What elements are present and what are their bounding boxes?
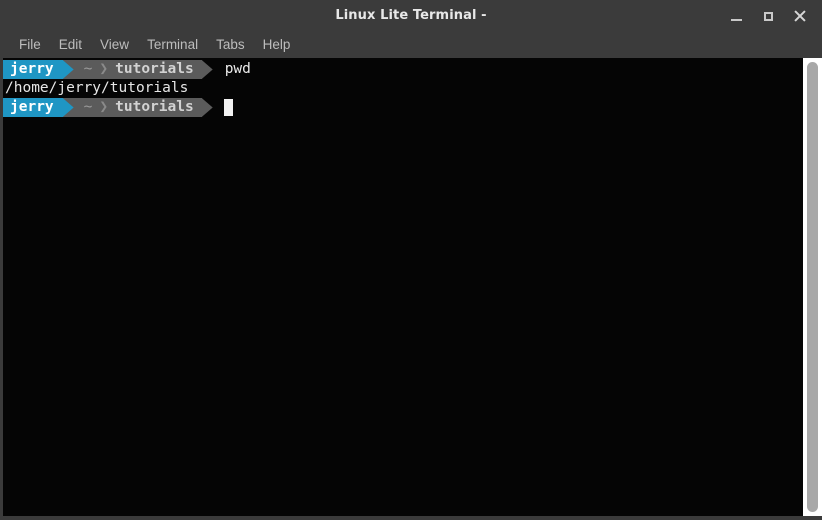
terminal-output: /home/jerry/tutorials	[5, 80, 189, 96]
prompt-path-segment: ~ ❯ tutorials	[73, 60, 202, 79]
menu-item-edit[interactable]: Edit	[50, 34, 91, 56]
menu-item-view[interactable]: View	[91, 34, 138, 56]
window-title: Linux Lite Terminal -	[335, 8, 487, 23]
menu-item-file[interactable]: File	[10, 34, 50, 56]
menu-item-terminal[interactable]: Terminal	[138, 34, 207, 56]
menu-item-help[interactable]: Help	[254, 34, 300, 56]
minimize-button[interactable]	[720, 1, 752, 31]
shell-prompt: jerry ~ ❯ tutorials	[3, 60, 213, 79]
terminal-window: Linux Lite Terminal - File Edit View Ter…	[0, 0, 822, 520]
prompt-directory: tutorials	[115, 99, 194, 115]
chevron-right-icon: ❯	[99, 99, 109, 115]
prompt-home-symbol: ~	[83, 99, 93, 115]
prompt-user-segment: jerry	[3, 98, 63, 117]
powerline-arrow-icon	[62, 98, 74, 117]
powerline-arrow-icon	[201, 98, 213, 117]
terminal-line: /home/jerry/tutorials	[3, 79, 803, 98]
close-button[interactable]	[784, 1, 816, 31]
prompt-user-segment: jerry	[3, 60, 63, 79]
maximize-button[interactable]	[752, 1, 784, 31]
powerline-arrow-icon	[62, 60, 74, 79]
terminal-body: jerry ~ ❯ tutorials pwd /home/jerry/tutori…	[0, 58, 822, 520]
title-bar[interactable]: Linux Lite Terminal -	[0, 0, 822, 32]
menu-bar: File Edit View Terminal Tabs Help	[0, 32, 822, 58]
scrollbar-thumb[interactable]	[807, 62, 818, 512]
terminal-command: pwd	[224, 61, 251, 77]
chevron-right-icon: ❯	[99, 61, 109, 77]
shell-prompt: jerry ~ ❯ tutorials	[3, 98, 213, 117]
terminal-scrollbar[interactable]	[803, 58, 822, 516]
menu-item-tabs[interactable]: Tabs	[207, 34, 254, 56]
maximize-icon	[763, 11, 773, 21]
prompt-directory: tutorials	[115, 61, 194, 77]
minimize-icon	[730, 19, 742, 21]
powerline-arrow-icon	[201, 60, 213, 79]
terminal-screen[interactable]: jerry ~ ❯ tutorials pwd /home/jerry/tutori…	[3, 58, 803, 516]
prompt-home-symbol: ~	[83, 61, 93, 77]
prompt-path-segment: ~ ❯ tutorials	[73, 98, 202, 117]
text-cursor	[223, 99, 233, 116]
terminal-line: jerry ~ ❯ tutorials	[3, 98, 803, 117]
window-controls	[720, 0, 816, 32]
terminal-line: jerry ~ ❯ tutorials pwd	[3, 60, 803, 79]
close-icon	[793, 9, 807, 23]
